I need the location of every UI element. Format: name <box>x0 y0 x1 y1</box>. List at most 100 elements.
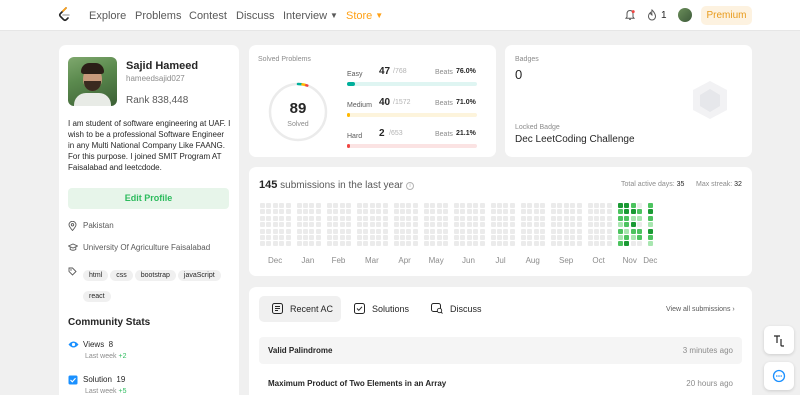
heatmap-cell[interactable] <box>315 209 321 215</box>
heatmap-cell[interactable] <box>637 222 642 228</box>
heatmap-cell[interactable] <box>346 228 351 234</box>
skill-tag[interactable]: javaScript <box>177 270 221 281</box>
heatmap-cell[interactable] <box>412 228 418 234</box>
heatmap-cell[interactable] <box>624 241 630 247</box>
heatmap-cell[interactable] <box>443 235 448 240</box>
heatmap-cell[interactable] <box>357 235 362 240</box>
heatmap-cell[interactable] <box>503 228 509 234</box>
heatmap-cell[interactable] <box>600 209 606 215</box>
heatmap-cell[interactable] <box>630 209 636 215</box>
heatmap-cell[interactable] <box>479 235 485 240</box>
heatmap-cell[interactable] <box>406 235 412 240</box>
heatmap-cell[interactable] <box>412 235 418 240</box>
heatmap-cell[interactable] <box>285 222 291 228</box>
heatmap-cell[interactable] <box>600 215 606 221</box>
heatmap-cell[interactable] <box>333 215 339 221</box>
heatmap-cell[interactable] <box>497 209 502 215</box>
heatmap-cell[interactable] <box>333 203 339 208</box>
heatmap-cell[interactable] <box>303 209 308 215</box>
heatmap-cell[interactable] <box>339 235 345 240</box>
heatmap-cell[interactable] <box>454 235 459 240</box>
heatmap-cell[interactable] <box>570 222 576 228</box>
heatmap-cell[interactable] <box>382 222 388 228</box>
heatmap-cell[interactable] <box>557 209 563 215</box>
heatmap-cell[interactable] <box>557 228 563 234</box>
heatmap-cell[interactable] <box>479 228 485 234</box>
heatmap-cell[interactable] <box>466 228 472 234</box>
heatmap-cell[interactable] <box>473 222 479 228</box>
heatmap-cell[interactable] <box>490 222 496 228</box>
heatmap-cell[interactable] <box>624 228 630 234</box>
heatmap-cell[interactable] <box>430 228 436 234</box>
heatmap-cell[interactable] <box>509 228 515 234</box>
heatmap-cell[interactable] <box>393 222 399 228</box>
heatmap-cell[interactable] <box>285 228 291 234</box>
heatmap-cell[interactable] <box>509 241 515 247</box>
heatmap-cell[interactable] <box>648 235 653 240</box>
heatmap-cell[interactable] <box>520 203 526 208</box>
locked-badge-icon[interactable] <box>690 79 730 121</box>
heatmap-cell[interactable] <box>272 241 278 247</box>
heatmap-cell[interactable] <box>454 222 459 228</box>
heatmap-cell[interactable] <box>624 215 630 221</box>
heatmap-cell[interactable] <box>587 209 593 215</box>
heatmap-cell[interactable] <box>296 228 302 234</box>
heatmap-cell[interactable] <box>473 209 479 215</box>
heatmap-cell[interactable] <box>272 209 278 215</box>
heatmap-cell[interactable] <box>527 209 533 215</box>
heatmap-cell[interactable] <box>563 203 569 208</box>
heatmap-cell[interactable] <box>570 235 576 240</box>
heatmap-cell[interactable] <box>490 241 496 247</box>
heatmap-cell[interactable] <box>285 241 291 247</box>
heatmap-cell[interactable] <box>527 228 533 234</box>
skill-tag[interactable]: react <box>83 291 111 302</box>
heatmap-cell[interactable] <box>540 222 545 228</box>
heatmap-cell[interactable] <box>443 228 448 234</box>
heatmap-cell[interactable] <box>557 222 563 228</box>
heatmap-cell[interactable] <box>326 203 332 208</box>
heatmap-cell[interactable] <box>369 241 375 247</box>
heatmap-cell[interactable] <box>266 203 272 208</box>
tab-recent-ac[interactable]: Recent AC <box>259 296 341 322</box>
heatmap-cell[interactable] <box>357 203 362 208</box>
heatmap-cell[interactable] <box>594 203 599 208</box>
heatmap-cell[interactable] <box>466 215 472 221</box>
heatmap-cell[interactable] <box>637 203 642 208</box>
heatmap-cell[interactable] <box>423 222 429 228</box>
heatmap-cell[interactable] <box>279 203 285 208</box>
heatmap-cell[interactable] <box>272 203 278 208</box>
heatmap-cell[interactable] <box>406 222 412 228</box>
list-item[interactable]: Valid Palindrome 3 minutes ago <box>259 337 742 364</box>
heatmap-cell[interactable] <box>266 222 272 228</box>
heatmap-cell[interactable] <box>412 203 418 208</box>
heatmap-cell[interactable] <box>630 222 636 228</box>
heatmap-cell[interactable] <box>346 203 351 208</box>
heatmap-cell[interactable] <box>509 215 515 221</box>
heatmap-cell[interactable] <box>363 235 369 240</box>
heatmap-cell[interactable] <box>648 241 653 247</box>
heatmap-cell[interactable] <box>400 222 405 228</box>
heatmap-cell[interactable] <box>339 209 345 215</box>
heatmap-cell[interactable] <box>520 228 526 234</box>
heatmap-cell[interactable] <box>557 203 563 208</box>
heatmap-cell[interactable] <box>460 203 466 208</box>
heatmap-cell[interactable] <box>460 222 466 228</box>
heatmap-cell[interactable] <box>303 228 308 234</box>
heatmap-cell[interactable] <box>606 241 612 247</box>
heatmap-cell[interactable] <box>460 241 466 247</box>
heatmap-cell[interactable] <box>587 203 593 208</box>
heatmap-cell[interactable] <box>393 241 399 247</box>
heatmap-cell[interactable] <box>587 222 593 228</box>
heatmap-cell[interactable] <box>479 209 485 215</box>
heatmap-cell[interactable] <box>376 235 382 240</box>
heatmap-cell[interactable] <box>587 241 593 247</box>
heatmap-cell[interactable] <box>533 203 539 208</box>
heatmap-cell[interactable] <box>376 241 382 247</box>
heatmap-cell[interactable] <box>369 209 375 215</box>
heatmap-cell[interactable] <box>296 215 302 221</box>
feedback-button[interactable] <box>764 362 794 390</box>
heatmap-cell[interactable] <box>326 215 332 221</box>
heatmap-cell[interactable] <box>540 209 545 215</box>
heatmap-cell[interactable] <box>479 203 485 208</box>
heatmap-cell[interactable] <box>460 209 466 215</box>
